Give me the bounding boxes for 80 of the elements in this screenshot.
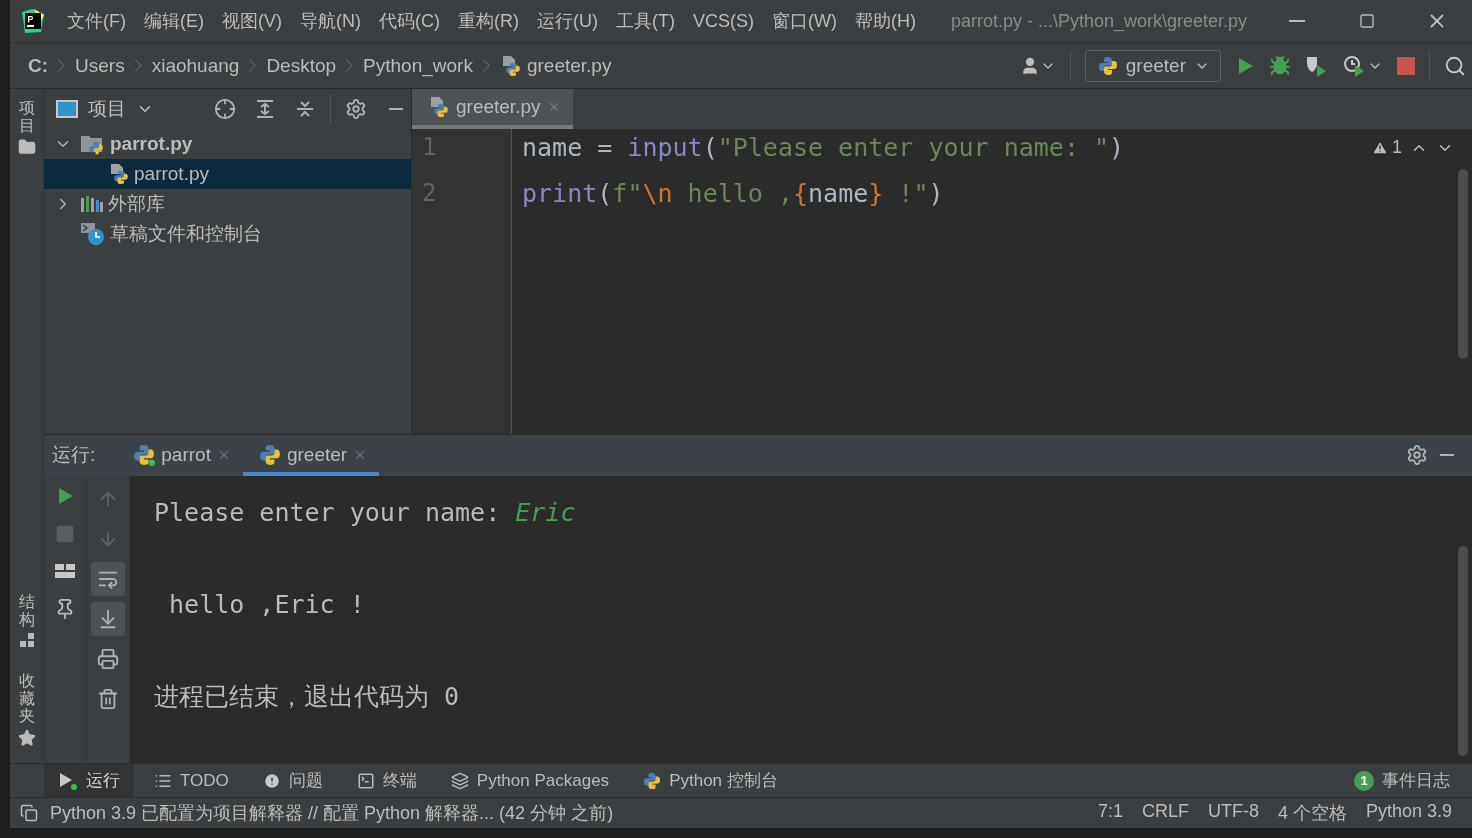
console-line: 进程已结束，退出代码为 0: [154, 680, 461, 713]
layout-icon[interactable]: [54, 561, 76, 580]
menu-item[interactable]: 窗口(W): [763, 9, 846, 33]
structure-icon: [18, 632, 35, 649]
tool-window-tab[interactable]: 运行: [44, 764, 134, 797]
side-tool-button[interactable]: 项目: [17, 99, 36, 157]
menu-item[interactable]: 帮助(H): [845, 9, 925, 33]
project-view-dropdown[interactable]: 项目: [56, 96, 154, 122]
run-config-dropdown[interactable]: greeter: [1084, 49, 1221, 82]
app-logo-icon: [20, 8, 46, 34]
status-item[interactable]: 7:1: [1097, 801, 1123, 825]
tree-item[interactable]: parrot.py: [44, 129, 411, 159]
notification-badge: 1: [1354, 770, 1374, 791]
window-title: parrot.py - ...\Python_work\greeter.py: [950, 10, 1248, 32]
python-icon: [1097, 55, 1118, 76]
scratch-clock-icon: [80, 222, 106, 246]
tool-window-tab[interactable]: TODO: [140, 764, 243, 797]
folder-icon: [17, 138, 36, 157]
panel-toggle-icon[interactable]: [20, 804, 38, 822]
editor-tab[interactable]: greeter.py: [412, 89, 573, 129]
tree-item[interactable]: 草稿文件和控制台: [44, 219, 411, 249]
status-item[interactable]: 4 个空格: [1277, 801, 1347, 825]
warning-icon: [1372, 139, 1388, 156]
menu-item[interactable]: 代码(C): [370, 9, 449, 33]
menu-item[interactable]: 编辑(E): [135, 9, 213, 33]
breadcrumb[interactable]: Desktop: [266, 54, 337, 77]
stop-icon[interactable]: [1397, 56, 1415, 75]
breadcrumb[interactable]: Python_work: [363, 54, 473, 77]
breadcrumb[interactable]: Users: [75, 54, 125, 77]
python-folder-icon: [80, 133, 106, 155]
menu-item[interactable]: 运行(U): [528, 9, 607, 33]
breadcrumb[interactable]: xiaohuang: [151, 54, 240, 77]
tool-window-tab[interactable]: Python Packages: [436, 764, 624, 797]
menu-item[interactable]: 重构(R): [449, 9, 528, 33]
run-label: 运行:: [52, 443, 96, 468]
terminal-icon: [356, 771, 375, 790]
scrollbar[interactable]: [1458, 545, 1468, 756]
star-icon: [17, 729, 36, 747]
status-message: Python 3.9 已配置为项目解释器 // 配置 Python 解释器... (42 分钟 之前): [50, 802, 614, 825]
menu-item[interactable]: VCS(S): [683, 10, 763, 32]
menu-item[interactable]: 文件(F): [58, 9, 135, 33]
maximize-icon: [1359, 13, 1375, 29]
python-icon: [133, 444, 156, 467]
alert-icon: [262, 771, 281, 790]
warning-count[interactable]: 1: [1372, 137, 1402, 158]
tree-item[interactable]: parrot.py: [44, 159, 411, 189]
scrollbar[interactable]: [1458, 169, 1468, 359]
breadcrumb[interactable]: C:: [28, 54, 49, 77]
layers-icon: [450, 771, 469, 790]
run-tab[interactable]: parrot: [117, 434, 243, 476]
code-line: print(f"\n hello ,{name} !"): [522, 179, 944, 210]
search-icon[interactable]: [1444, 54, 1466, 77]
scroll-to-end-icon[interactable]: [91, 601, 125, 636]
console-line: Please enter your name: Eric: [154, 496, 577, 529]
tool-window-tab[interactable]: Python 控制台: [629, 764, 792, 797]
bug-icon[interactable]: [1269, 54, 1291, 77]
status-item[interactable]: Python 3.9: [1365, 801, 1452, 825]
menu-item[interactable]: 导航(N): [291, 9, 370, 33]
python-file-icon: [108, 163, 130, 185]
menu-item[interactable]: 视图(V): [213, 9, 291, 33]
event-log-button[interactable]: 1 事件日志: [1354, 769, 1472, 792]
status-item[interactable]: UTF-8: [1207, 801, 1259, 825]
python-file-icon: [428, 96, 450, 118]
tool-window-tab[interactable]: 问题: [248, 764, 337, 797]
tree-item[interactable]: 外部库: [44, 189, 411, 219]
tool-window-tab[interactable]: 终端: [342, 764, 431, 797]
code-line: name = input("Please enter your name: "): [522, 133, 1125, 164]
console-line: hello ,Eric !: [168, 588, 366, 621]
python-icon: [258, 444, 281, 467]
python-icon: [643, 771, 662, 790]
soft-wrap-icon[interactable]: [91, 561, 125, 596]
minimize-icon: [1289, 20, 1305, 22]
library-icon: [80, 194, 104, 214]
side-tool-button[interactable]: 收藏夹: [17, 672, 36, 747]
menu-item[interactable]: 工具(T): [607, 9, 684, 33]
side-tool-button[interactable]: 结构: [17, 593, 36, 649]
status-item[interactable]: CRLF: [1141, 801, 1189, 825]
monitor-icon: [56, 100, 78, 118]
breadcrumb[interactable]: greeter.py: [499, 54, 612, 77]
run-icon: [58, 770, 78, 791]
